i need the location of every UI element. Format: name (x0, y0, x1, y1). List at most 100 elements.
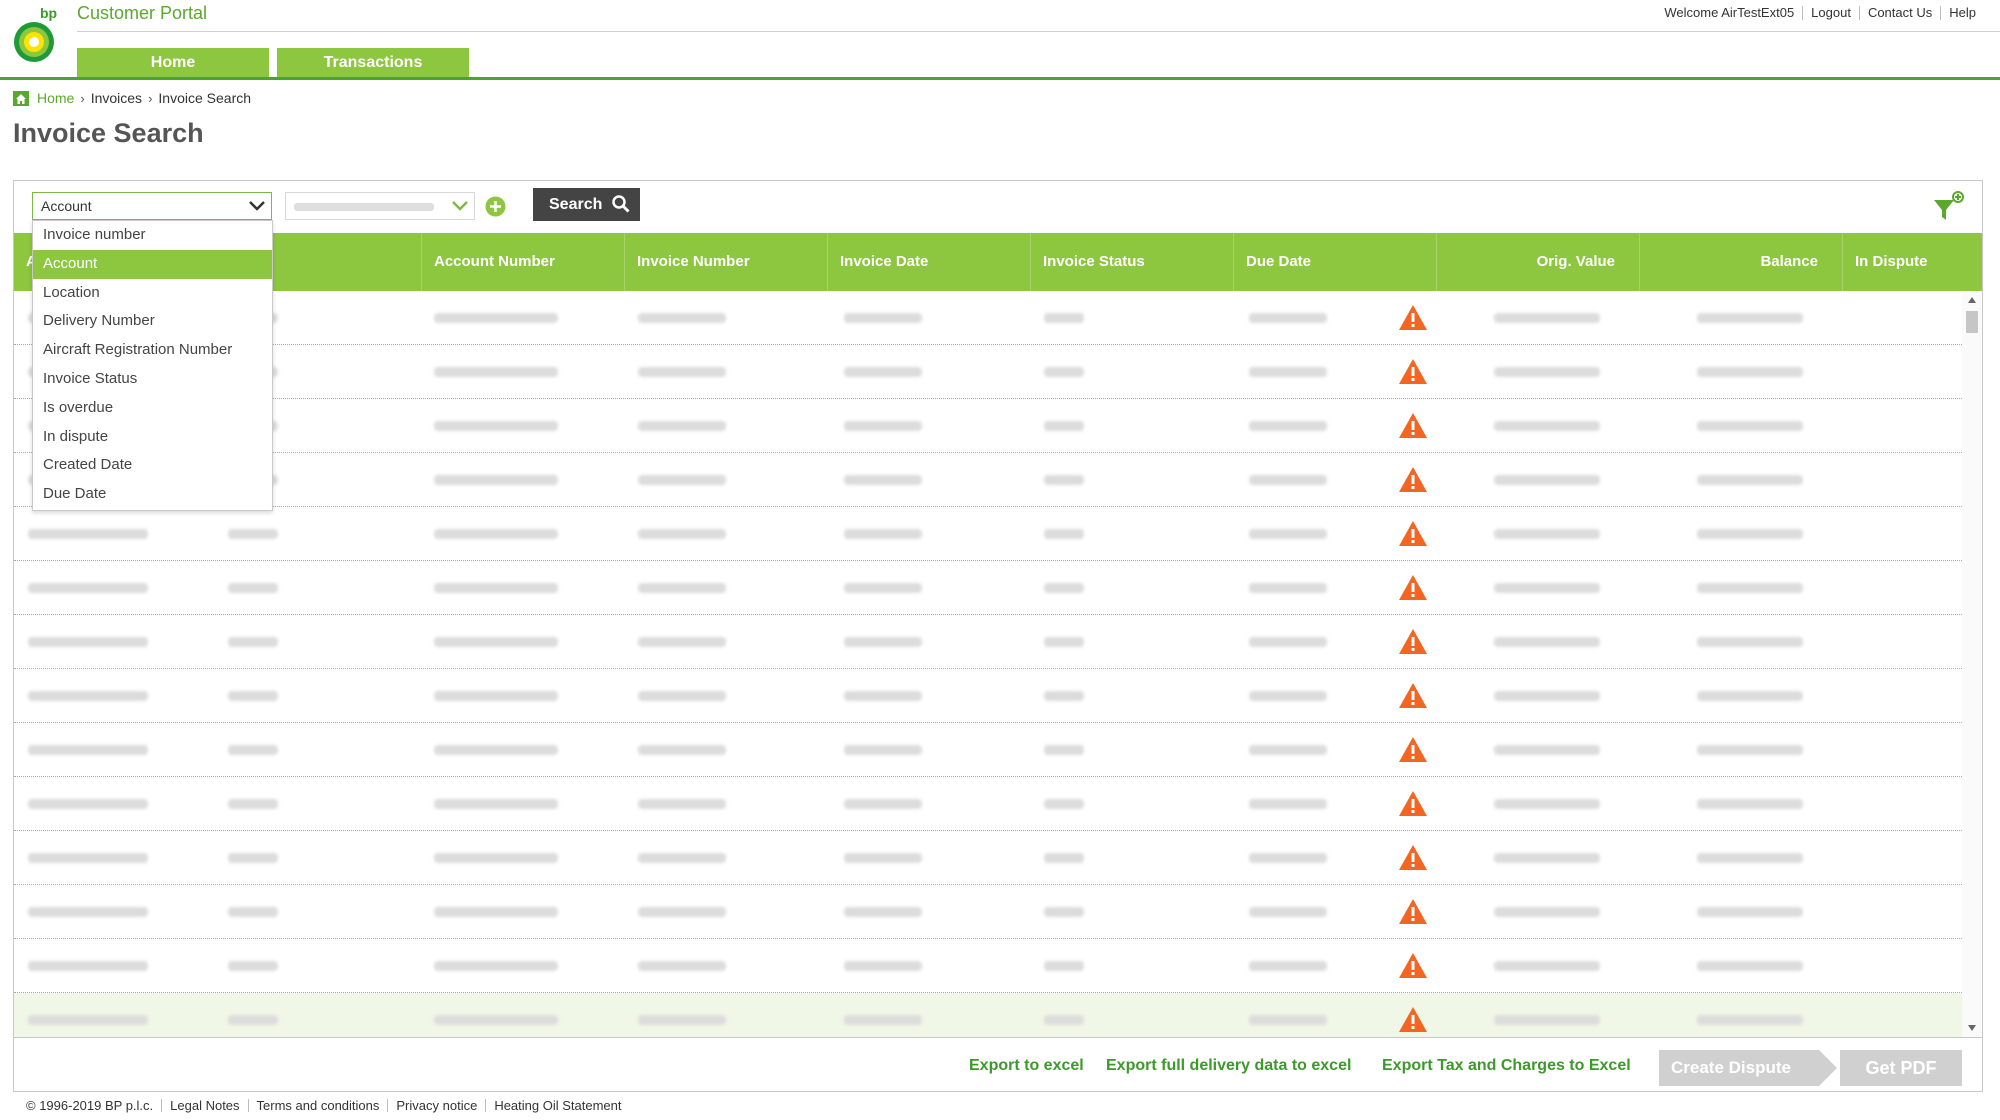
redacted-cell (638, 583, 726, 593)
dropdown-option-account[interactable]: Account (33, 249, 272, 279)
warning-icon[interactable] (1398, 844, 1428, 871)
privacy-link[interactable]: Privacy notice (387, 1099, 485, 1112)
warning-icon[interactable] (1398, 628, 1428, 655)
table-row[interactable] (14, 723, 1962, 777)
breadcrumb-home[interactable]: Home (37, 90, 74, 106)
warning-icon[interactable] (1398, 790, 1428, 817)
redacted-cell (1494, 961, 1600, 971)
scroll-down-icon[interactable] (1968, 1025, 1976, 1031)
get-pdf-button[interactable]: Get PDF (1840, 1050, 1962, 1086)
redacted-cell (1249, 529, 1327, 539)
warning-icon[interactable] (1398, 358, 1428, 385)
col-header-invoice-status[interactable]: Invoice Status (1031, 233, 1234, 291)
col-header-invoice-date[interactable]: Invoice Date (828, 233, 1031, 291)
table-row[interactable] (14, 615, 1962, 669)
search-icon (612, 195, 630, 213)
search-field-dropdown: Invoice number Account Location Delivery… (32, 220, 273, 511)
dropdown-option-location[interactable]: Location (33, 279, 272, 308)
table-row[interactable] (14, 993, 1962, 1037)
table-row[interactable] (14, 939, 1962, 993)
dropdown-option-in-dispute[interactable]: In dispute (33, 423, 272, 452)
redacted-cell (1044, 421, 1084, 431)
terms-link[interactable]: Terms and conditions (247, 1099, 388, 1112)
redacted-cell (1697, 529, 1803, 539)
table-row[interactable] (14, 453, 1962, 507)
logout-link[interactable]: Logout (1802, 6, 1859, 20)
dropdown-option-is-overdue[interactable]: Is overdue (33, 394, 272, 423)
contact-us-link[interactable]: Contact Us (1858, 6, 1940, 20)
warning-icon[interactable] (1398, 1006, 1428, 1033)
search-toolbar: Account Search (14, 181, 1982, 233)
redacted-cell (434, 961, 558, 971)
dropdown-option-invoice-number[interactable]: Invoice number (33, 221, 272, 250)
redacted-cell (638, 907, 726, 917)
create-dispute-button[interactable]: Create Dispute (1659, 1050, 1837, 1086)
dropdown-option-created-date[interactable]: Created Date (33, 451, 272, 480)
table-row[interactable] (14, 777, 1962, 831)
table-row[interactable] (14, 507, 1962, 561)
table-row[interactable] (14, 885, 1962, 939)
redacted-cell (1697, 961, 1803, 971)
redacted-cell (434, 529, 558, 539)
warning-icon[interactable] (1398, 466, 1428, 493)
export-excel-link[interactable]: Export to excel (969, 1038, 1084, 1094)
table-actions: Export to excel Export full delivery dat… (14, 1037, 1982, 1093)
redacted-cell (434, 799, 558, 809)
redacted-cell (844, 367, 922, 377)
legal-notes-link[interactable]: Legal Notes (161, 1099, 247, 1112)
add-criteria-icon[interactable] (485, 196, 506, 217)
col-header-account-number[interactable]: Account Number (422, 233, 625, 291)
export-delivery-link[interactable]: Export full delivery data to excel (1106, 1038, 1351, 1094)
warning-icon[interactable] (1398, 898, 1428, 925)
redacted-cell (1494, 637, 1600, 647)
col-header-balance[interactable]: Balance (1640, 233, 1843, 291)
warning-icon[interactable] (1398, 304, 1428, 331)
filter-icon[interactable] (1932, 190, 1964, 224)
table-row[interactable] (14, 831, 1962, 885)
table-row[interactable] (14, 561, 1962, 615)
col-header-due-date[interactable]: Due Date (1234, 233, 1437, 291)
dropdown-option-aircraft-registration[interactable]: Aircraft Registration Number (33, 336, 272, 365)
warning-icon[interactable] (1398, 574, 1428, 601)
search-field-select[interactable]: Account (32, 192, 272, 220)
warning-icon[interactable] (1398, 412, 1428, 439)
header-divider (77, 31, 2000, 32)
scroll-thumb[interactable] (1966, 311, 1978, 333)
redacted-cell (638, 421, 726, 431)
home-icon[interactable] (13, 90, 29, 106)
export-tax-link[interactable]: Export Tax and Charges to Excel (1382, 1038, 1631, 1094)
search-button[interactable]: Search (533, 188, 640, 221)
warning-icon[interactable] (1398, 736, 1428, 763)
table-row[interactable] (14, 291, 1962, 345)
dropdown-option-invoice-status[interactable]: Invoice Status (33, 365, 272, 394)
dropdown-option-due-date[interactable]: Due Date (33, 480, 272, 509)
search-value-select[interactable] (285, 192, 475, 220)
heating-oil-link[interactable]: Heating Oil Statement (485, 1099, 629, 1112)
col-header-in-dispute[interactable]: In Dispute (1843, 233, 1984, 291)
redacted-cell (28, 853, 148, 863)
nav-underline (0, 77, 2000, 80)
table-row[interactable] (14, 669, 1962, 723)
redacted-cell (434, 907, 558, 917)
redacted-cell (1249, 745, 1327, 755)
bp-logo[interactable]: bp (10, 4, 58, 66)
scroll-up-icon[interactable] (1968, 297, 1976, 303)
breadcrumb-invoices[interactable]: Invoices (91, 90, 142, 106)
warning-icon[interactable] (1398, 682, 1428, 709)
col-header-orig-value[interactable]: Orig. Value (1437, 233, 1640, 291)
tab-transactions[interactable]: Transactions (277, 48, 469, 78)
redacted-cell (1697, 745, 1803, 755)
redacted-cell (1494, 529, 1600, 539)
help-link[interactable]: Help (1940, 6, 1984, 20)
table-row[interactable] (14, 345, 1962, 399)
table-scrollbar[interactable] (1962, 291, 1982, 1037)
dropdown-option-delivery-number[interactable]: Delivery Number (33, 307, 272, 336)
redacted-cell (844, 907, 922, 917)
table-row[interactable] (14, 399, 1962, 453)
col-header-invoice-number[interactable]: Invoice Number (625, 233, 828, 291)
warning-icon[interactable] (1398, 520, 1428, 547)
redacted-cell (1249, 1015, 1327, 1025)
tab-home[interactable]: Home (77, 48, 269, 78)
warning-icon[interactable] (1398, 952, 1428, 979)
redacted-cell (1494, 583, 1600, 593)
